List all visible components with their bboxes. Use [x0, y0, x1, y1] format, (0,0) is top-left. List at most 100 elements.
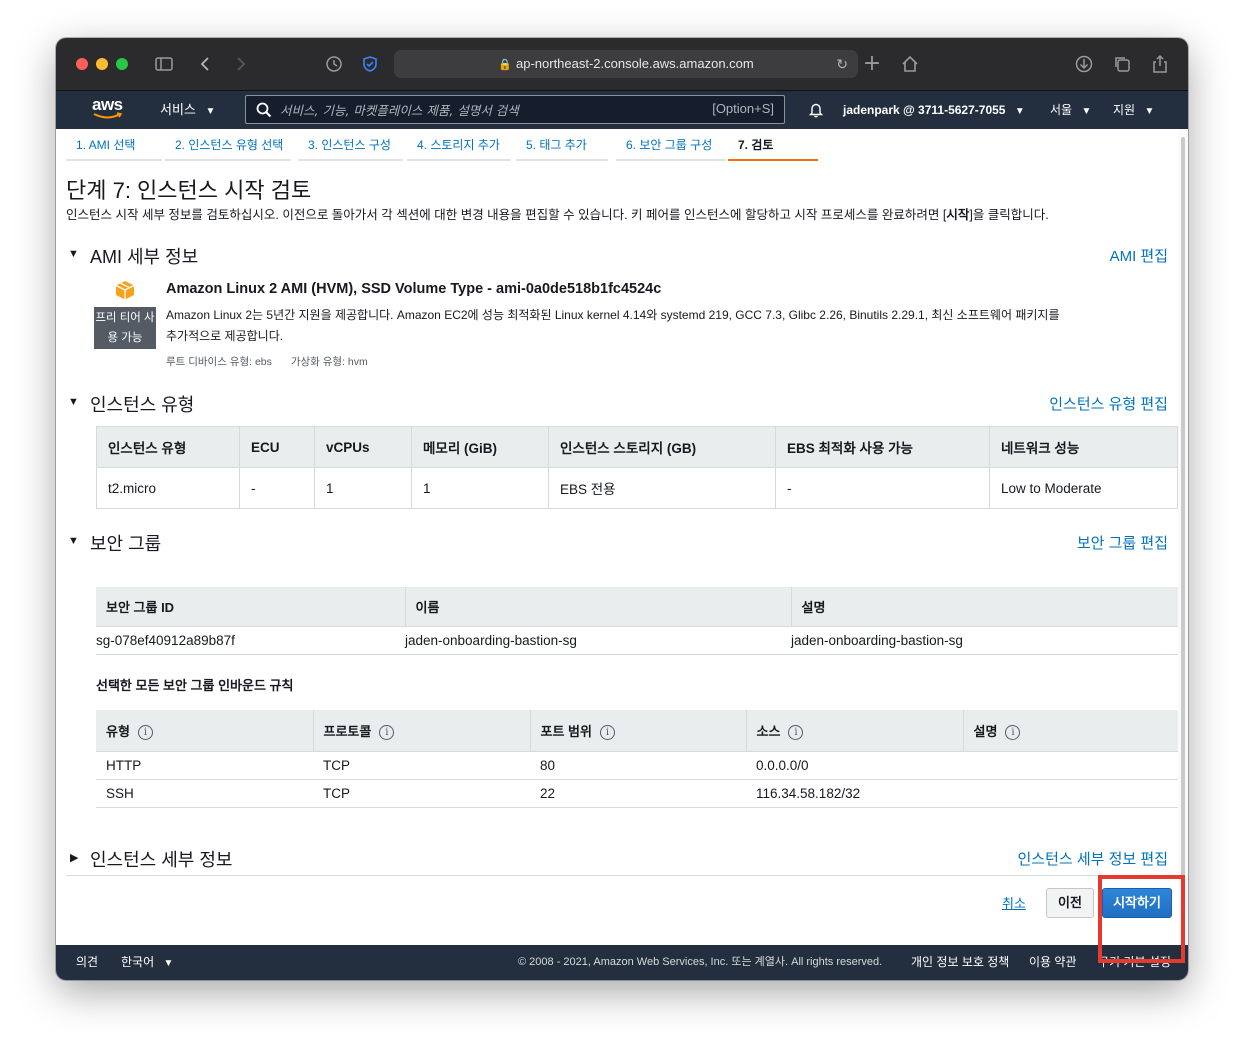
table-cell: 1	[314, 467, 412, 509]
table-header: 소스 i	[745, 710, 963, 752]
ami-section-title: AMI 세부 정보	[90, 247, 199, 267]
maximize-window-button[interactable]	[116, 58, 128, 70]
lock-icon: 🔒	[498, 59, 512, 71]
header-label: 설명	[973, 723, 998, 739]
aws-smile-icon	[93, 112, 123, 119]
url-text: ap-northeast-2.console.aws.amazon.com	[515, 56, 754, 71]
edit-ami-link[interactable]: AMI 편집	[1110, 245, 1168, 266]
expand-arrow-icon[interactable]: ▶	[70, 851, 78, 864]
search-input[interactable]	[280, 99, 700, 121]
step-choose-ami[interactable]: 1. AMI 선택	[66, 133, 162, 161]
table-row: t2.micro - 1 1 EBS 전용 - Low to Moderate	[96, 467, 1178, 509]
chevron-down-icon: ▼	[205, 106, 216, 117]
table-header: ECU	[239, 426, 315, 468]
step-review[interactable]: 7. 검토	[728, 133, 818, 161]
aws-top-nav: aws 서비스 ▼ [Option+S] jadenpark @ 3711-56…	[56, 91, 1188, 129]
page-title: 단계 7: 인스턴스 시작 검토	[66, 178, 312, 203]
account-menu[interactable]: jadenpark @ 3711-5627-7055 ▼	[843, 91, 1025, 129]
services-label: 서비스	[160, 102, 196, 117]
root-device-type: 루트 디바이스 유형: ebs	[166, 356, 272, 368]
section-divider	[66, 875, 1168, 876]
history-icon[interactable]	[322, 52, 346, 76]
table-header-row: 보안 그룹 ID 이름 설명	[96, 587, 1178, 627]
notifications-icon[interactable]	[808, 91, 824, 129]
privacy-link[interactable]: 개인 정보 보호 정책	[911, 945, 1009, 980]
step-configure-instance[interactable]: 3. 인스턴스 구성	[298, 133, 403, 161]
scrollbar-thumb[interactable]	[1181, 137, 1185, 937]
table-row: HTTP TCP 80 0.0.0.0/0	[96, 751, 1178, 780]
security-group-section-header[interactable]: ▼ 보안 그룹 보안 그룹 편집	[66, 530, 1168, 554]
ami-section-header[interactable]: ▼ AMI 세부 정보 AMI 편집	[66, 243, 1168, 267]
edit-security-group-link[interactable]: 보안 그룹 편집	[1077, 532, 1168, 553]
search-box[interactable]: [Option+S]	[245, 95, 785, 124]
edit-instance-type-link[interactable]: 인스턴스 유형 편집	[1049, 393, 1168, 414]
table-header: EBS 최적화 사용 가능	[775, 426, 990, 468]
share-icon[interactable]	[1148, 52, 1172, 76]
table-header: 설명 i	[962, 710, 1178, 752]
feedback-link[interactable]: 의견	[76, 945, 98, 980]
minimize-window-button[interactable]	[96, 58, 108, 70]
table-cell: t2.micro	[96, 467, 240, 509]
browser-window: 🔒 ap-northeast-2.console.aws.amazon.com ↻…	[56, 38, 1188, 980]
previous-button[interactable]: 이전	[1046, 888, 1094, 918]
collapse-arrow-icon[interactable]: ▼	[68, 535, 79, 547]
support-menu[interactable]: 지원 ▼	[1113, 91, 1154, 129]
info-icon[interactable]: i	[379, 724, 395, 740]
step-add-storage[interactable]: 4. 스토리지 추가	[407, 133, 511, 161]
table-header: 포트 범위 i	[529, 710, 746, 752]
inbound-rules-table: 유형 i 프로토콜 i 포트 범위 i 소스 i 설명 i HTTP TCP 80 0.0…	[96, 710, 1178, 808]
services-menu[interactable]: 서비스 ▼	[160, 91, 215, 129]
step-choose-instance-type[interactable]: 2. 인스턴스 유형 선택	[165, 133, 291, 161]
language-selector[interactable]: 한국어 ▼	[121, 945, 173, 980]
instance-type-table: 인스턴스 유형 ECU vCPUs 메모리 (GiB) 인스턴스 스토리지 (G…	[96, 426, 1178, 509]
launch-review-page: 1. AMI 선택 2. 인스턴스 유형 선택 3. 인스턴스 구성 4. 스토…	[56, 129, 1178, 945]
info-icon[interactable]: i	[599, 724, 615, 740]
aws-logo[interactable]: aws	[92, 95, 128, 123]
language-label: 한국어	[121, 955, 155, 969]
table-cell: jaden-onboarding-bastion-sg	[405, 626, 791, 655]
instance-type-section-title: 인스턴스 유형	[90, 395, 195, 415]
step-add-tags[interactable]: 5. 태그 추가	[516, 133, 608, 161]
reload-icon[interactable]: ↻	[836, 50, 848, 78]
security-group-table: 보안 그룹 ID 이름 설명 sg-078ef40912a89b87f jade…	[96, 587, 1178, 655]
download-icon[interactable]	[1072, 52, 1096, 76]
table-header: 네트워크 성능	[989, 426, 1178, 468]
instance-details-section-header[interactable]: ▶ 인스턴스 세부 정보 인스턴스 세부 정보 편집	[66, 846, 1168, 870]
forward-icon[interactable]	[228, 52, 252, 76]
table-cell: EBS 전용	[548, 467, 776, 509]
address-bar[interactable]: 🔒 ap-northeast-2.console.aws.amazon.com ↻	[394, 50, 858, 78]
region-menu[interactable]: 서울 ▼	[1050, 91, 1091, 129]
table-cell: -	[239, 467, 315, 509]
virtualization-type: 가상화 유형: hvm	[290, 356, 368, 368]
collapse-arrow-icon[interactable]: ▼	[68, 248, 79, 260]
table-header-row: 인스턴스 유형 ECU vCPUs 메모리 (GiB) 인스턴스 스토리지 (G…	[96, 426, 1178, 468]
table-header: 프로토콜 i	[312, 710, 530, 752]
scrollbar[interactable]	[1178, 129, 1188, 945]
edit-instance-details-link[interactable]: 인스턴스 세부 정보 편집	[1017, 848, 1168, 869]
back-icon[interactable]	[194, 52, 218, 76]
search-icon	[256, 102, 272, 118]
cancel-button[interactable]: 취소	[1002, 893, 1026, 912]
table-cell: TCP	[313, 779, 530, 808]
table-cell: TCP	[313, 751, 530, 780]
table-row: SSH TCP 22 116.34.58.182/32	[96, 779, 1178, 808]
sidebar-icon[interactable]	[152, 52, 176, 76]
tabs-overview-icon[interactable]	[1110, 52, 1134, 76]
collapse-arrow-icon[interactable]: ▼	[68, 396, 79, 408]
home-icon[interactable]	[898, 52, 922, 76]
subtitle-text-end: ]을 클릭합니다.	[969, 208, 1049, 222]
info-icon[interactable]: i	[788, 724, 804, 740]
instance-type-section-header[interactable]: ▼ 인스턴스 유형 인스턴스 유형 편집	[66, 391, 1168, 415]
table-header-row: 유형 i 프로토콜 i 포트 범위 i 소스 i 설명 i	[96, 710, 1178, 752]
table-header: 메모리 (GiB)	[411, 426, 549, 468]
info-icon[interactable]: i	[137, 724, 153, 740]
new-tab-icon[interactable]: +	[860, 52, 884, 76]
step-configure-security-group[interactable]: 6. 보안 그룹 구성	[616, 133, 726, 161]
terms-link[interactable]: 이용 약관	[1029, 945, 1077, 980]
close-window-button[interactable]	[76, 58, 88, 70]
chevron-down-icon: ▼	[163, 958, 174, 969]
table-header: vCPUs	[314, 426, 412, 468]
table-header: 보안 그룹 ID	[96, 587, 405, 627]
shield-icon[interactable]	[358, 52, 382, 76]
info-icon[interactable]: i	[1005, 724, 1021, 740]
